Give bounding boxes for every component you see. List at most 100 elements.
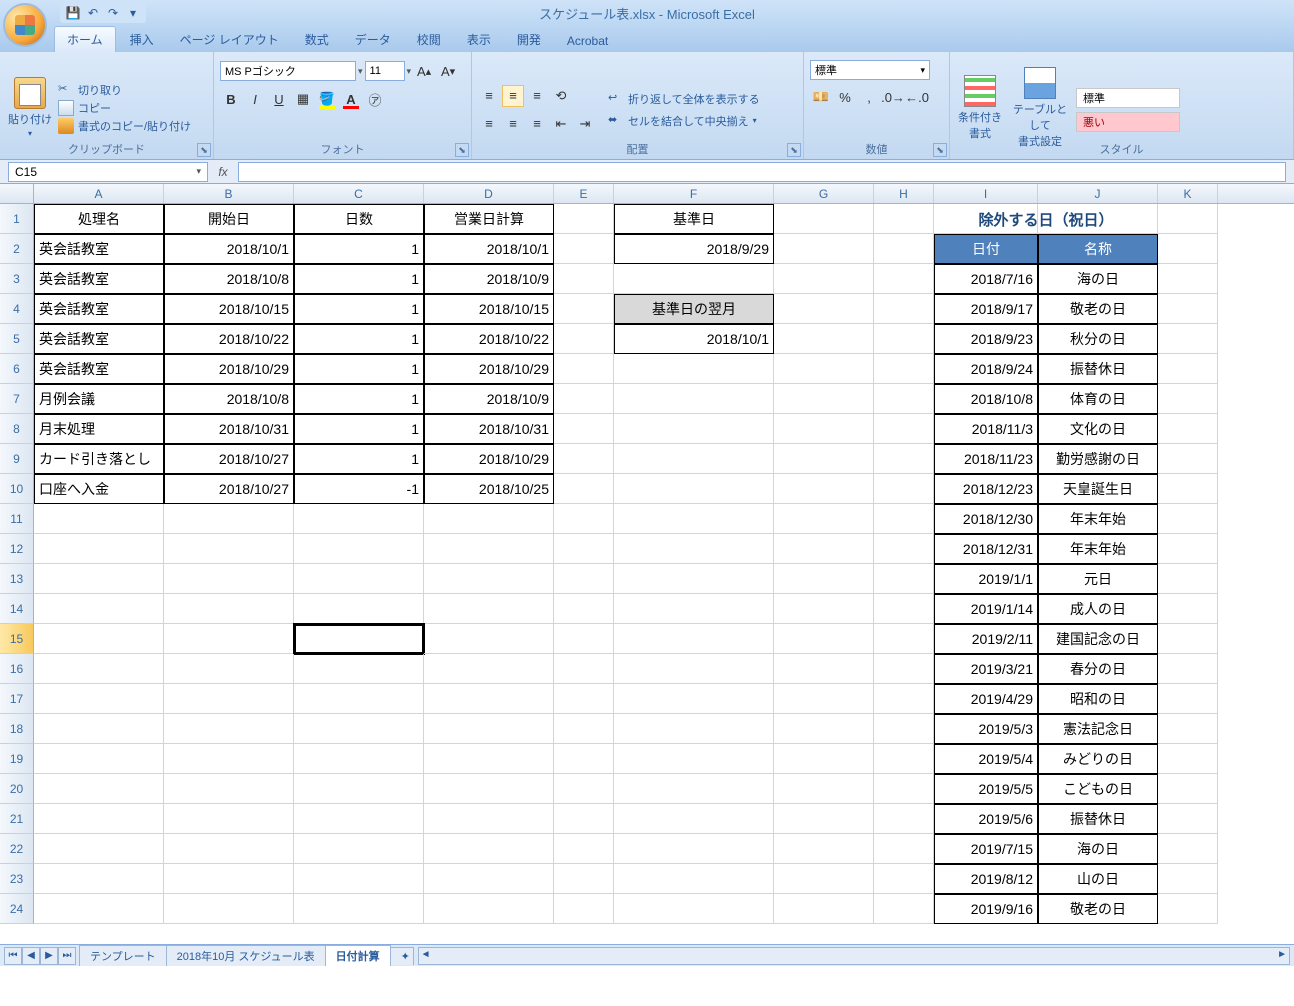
cell[interactable]: 2018/9/29 — [614, 234, 774, 264]
cell[interactable]: 2018/10/1 — [614, 324, 774, 354]
col-header-K[interactable]: K — [1158, 184, 1218, 203]
cell[interactable] — [614, 474, 774, 504]
cell[interactable]: 2019/4/29 — [934, 684, 1038, 714]
cell[interactable] — [554, 264, 614, 294]
cell[interactable]: 敬老の日 — [1038, 894, 1158, 924]
cell[interactable] — [164, 684, 294, 714]
cell[interactable]: 営業日計算 — [424, 204, 554, 234]
cell[interactable]: 2019/9/16 — [934, 894, 1038, 924]
cell[interactable] — [1158, 264, 1218, 294]
cell[interactable]: -1 — [294, 474, 424, 504]
col-header-G[interactable]: G — [774, 184, 874, 203]
cell[interactable] — [554, 534, 614, 564]
cell[interactable] — [874, 894, 934, 924]
border-button[interactable]: ▦ — [292, 88, 314, 110]
cell[interactable] — [774, 264, 874, 294]
cell[interactable]: 2018/10/15 — [164, 294, 294, 324]
font-launcher[interactable]: ⬊ — [455, 143, 469, 157]
cell[interactable] — [554, 714, 614, 744]
cell[interactable] — [614, 534, 774, 564]
cell[interactable] — [774, 414, 874, 444]
cell[interactable] — [774, 504, 874, 534]
save-icon[interactable]: 💾 — [66, 6, 80, 20]
cell[interactable] — [874, 594, 934, 624]
cell[interactable] — [774, 384, 874, 414]
cell[interactable] — [1158, 744, 1218, 774]
cell[interactable] — [614, 894, 774, 924]
cell[interactable] — [1158, 204, 1218, 234]
cell[interactable]: 1 — [294, 414, 424, 444]
align-left-button[interactable]: ≡ — [478, 113, 500, 135]
col-header-I[interactable]: I — [934, 184, 1038, 203]
percent-button[interactable]: % — [834, 86, 856, 108]
cell[interactable]: 2018/10/31 — [164, 414, 294, 444]
cell[interactable]: 2018/10/8 — [164, 264, 294, 294]
cell[interactable]: 成人の日 — [1038, 594, 1158, 624]
cell[interactable] — [614, 564, 774, 594]
cell[interactable] — [554, 354, 614, 384]
cell[interactable] — [874, 354, 934, 384]
cell[interactable] — [774, 444, 874, 474]
cell[interactable] — [1158, 624, 1218, 654]
row-header-23[interactable]: 23 — [0, 864, 34, 894]
cell[interactable] — [424, 864, 554, 894]
cell[interactable] — [874, 714, 934, 744]
cell[interactable]: 勤労感謝の日 — [1038, 444, 1158, 474]
cell[interactable]: 口座へ入金 — [34, 474, 164, 504]
cell[interactable] — [164, 504, 294, 534]
col-header-J[interactable]: J — [1038, 184, 1158, 203]
align-middle-button[interactable]: ≡ — [502, 85, 524, 107]
tab-formulas[interactable]: 数式 — [293, 27, 341, 52]
name-box[interactable]: C15▾ — [8, 162, 208, 182]
cell[interactable] — [34, 774, 164, 804]
cell[interactable]: 2018/10/8 — [164, 384, 294, 414]
cell[interactable]: 英会話教室 — [34, 264, 164, 294]
cell[interactable] — [874, 264, 934, 294]
cell[interactable] — [774, 654, 874, 684]
cell[interactable] — [424, 834, 554, 864]
cell[interactable]: 2019/5/5 — [934, 774, 1038, 804]
cell[interactable] — [774, 294, 874, 324]
cell[interactable] — [554, 414, 614, 444]
cell[interactable] — [874, 204, 934, 234]
cell[interactable] — [874, 414, 934, 444]
col-header-C[interactable]: C — [294, 184, 424, 203]
cell[interactable] — [294, 744, 424, 774]
row-header-9[interactable]: 9 — [0, 444, 34, 474]
cell[interactable]: 2018/10/8 — [934, 384, 1038, 414]
cell[interactable] — [614, 744, 774, 774]
cell[interactable]: 2018/10/31 — [424, 414, 554, 444]
cell[interactable]: 英会話教室 — [34, 234, 164, 264]
cell[interactable] — [1158, 684, 1218, 714]
cell[interactable] — [34, 654, 164, 684]
cell[interactable] — [424, 684, 554, 714]
col-header-F[interactable]: F — [614, 184, 774, 203]
cell[interactable] — [874, 744, 934, 774]
cell[interactable] — [34, 804, 164, 834]
cell[interactable] — [874, 474, 934, 504]
cell[interactable]: 名称 — [1038, 234, 1158, 264]
format-painter-button[interactable]: 書式のコピー/貼り付け — [58, 118, 191, 134]
cell[interactable] — [614, 864, 774, 894]
cell[interactable] — [874, 774, 934, 804]
cell[interactable] — [614, 594, 774, 624]
cell[interactable]: 1 — [294, 354, 424, 384]
cell[interactable] — [614, 654, 774, 684]
cell[interactable] — [774, 774, 874, 804]
tab-insert[interactable]: 挿入 — [118, 27, 166, 52]
cell[interactable] — [164, 564, 294, 594]
align-center-button[interactable]: ≡ — [502, 113, 524, 135]
cell[interactable] — [294, 624, 424, 654]
row-header-14[interactable]: 14 — [0, 594, 34, 624]
cell[interactable] — [424, 504, 554, 534]
cell[interactable]: 2018/12/30 — [934, 504, 1038, 534]
cell[interactable] — [294, 594, 424, 624]
row-header-11[interactable]: 11 — [0, 504, 34, 534]
cell[interactable] — [164, 864, 294, 894]
cell[interactable] — [874, 804, 934, 834]
cell[interactable] — [424, 774, 554, 804]
cell[interactable] — [1158, 864, 1218, 894]
sheet-nav-first[interactable]: ⏮ — [4, 947, 22, 965]
cell[interactable]: 2018/10/29 — [424, 444, 554, 474]
cell[interactable]: 英会話教室 — [34, 294, 164, 324]
